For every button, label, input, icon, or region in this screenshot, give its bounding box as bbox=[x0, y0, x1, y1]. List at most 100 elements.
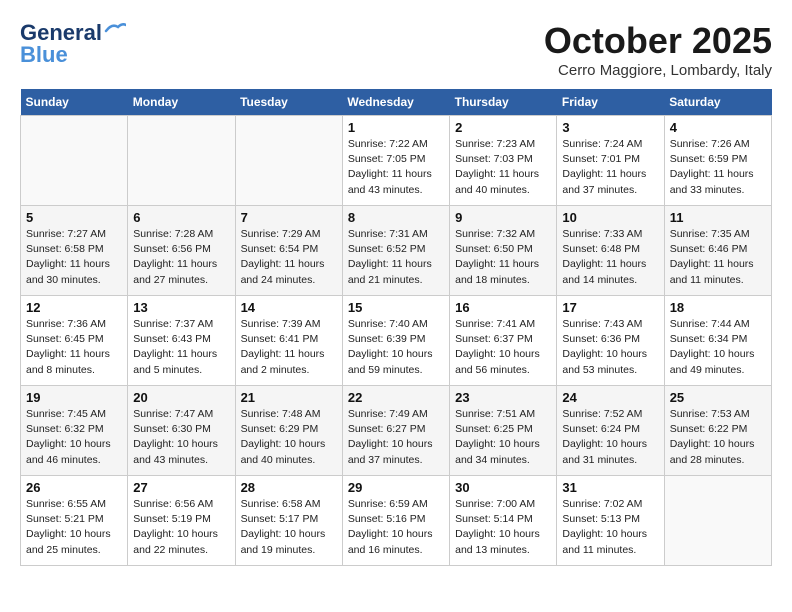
day-info: Sunrise: 7:28 AMSunset: 6:56 PMDaylight:… bbox=[133, 227, 229, 288]
calendar-cell: 20Sunrise: 7:47 AMSunset: 6:30 PMDayligh… bbox=[128, 386, 235, 476]
calendar-cell: 13 Sunrise: 7:37 AMSunset: 6:43 PMDayligh… bbox=[128, 296, 235, 386]
logo: General Blue bbox=[20, 20, 126, 68]
day-number: 2 bbox=[455, 120, 551, 135]
calendar-cell: 3 Sunrise: 7:24 AMSunset: 7:01 PMDaylight… bbox=[557, 116, 664, 206]
calendar-cell: 16Sunrise: 7:41 AMSunset: 6:37 PMDayligh… bbox=[450, 296, 557, 386]
day-info: Sunrise: 7:33 AMSunset: 6:48 PMDaylight:… bbox=[562, 227, 658, 288]
calendar-cell: 2 Sunrise: 7:23 AMSunset: 7:03 PMDaylight… bbox=[450, 116, 557, 206]
calendar-cell bbox=[235, 116, 342, 206]
calendar-cell: 24 Sunrise: 7:52 AMSunset: 6:24 PMDayligh… bbox=[557, 386, 664, 476]
day-info: Sunrise: 7:52 AMSunset: 6:24 PMDaylight:… bbox=[562, 407, 658, 468]
title-block: October 2025 Cerro Maggiore, Lombardy, I… bbox=[544, 20, 772, 79]
day-number: 24 bbox=[562, 390, 658, 405]
page-header: General Blue October 2025 Cerro Maggiore… bbox=[20, 20, 772, 79]
calendar-cell: 26Sunrise: 6:55 AMSunset: 5:21 PMDayligh… bbox=[21, 476, 128, 566]
calendar-cell: 14 Sunrise: 7:39 AMSunset: 6:41 PMDayligh… bbox=[235, 296, 342, 386]
location: Cerro Maggiore, Lombardy, Italy bbox=[544, 62, 772, 79]
day-number: 16 bbox=[455, 300, 551, 315]
day-number: 11 bbox=[670, 210, 766, 225]
day-info: Sunrise: 7:02 AMSunset: 5:13 PMDaylight:… bbox=[562, 497, 658, 558]
calendar-cell: 31 Sunrise: 7:02 AMSunset: 5:13 PMDayligh… bbox=[557, 476, 664, 566]
day-number: 29 bbox=[348, 480, 444, 495]
calendar-week-row: 26Sunrise: 6:55 AMSunset: 5:21 PMDayligh… bbox=[21, 476, 772, 566]
calendar-cell: 7 Sunrise: 7:29 AMSunset: 6:54 PMDaylight… bbox=[235, 206, 342, 296]
day-info: Sunrise: 7:23 AMSunset: 7:03 PMDaylight:… bbox=[455, 137, 551, 198]
day-number: 30 bbox=[455, 480, 551, 495]
calendar-body: 1Sunrise: 7:22 AMSunset: 7:05 PMDaylight… bbox=[21, 116, 772, 566]
day-info: Sunrise: 7:53 AMSunset: 6:22 PMDaylight:… bbox=[670, 407, 766, 468]
day-number: 13 bbox=[133, 300, 229, 315]
day-info: Sunrise: 6:59 AMSunset: 5:16 PMDaylight:… bbox=[348, 497, 444, 558]
day-number: 8 bbox=[348, 210, 444, 225]
day-info: Sunrise: 7:00 AMSunset: 5:14 PMDaylight:… bbox=[455, 497, 551, 558]
day-info: Sunrise: 7:22 AMSunset: 7:05 PMDaylight:… bbox=[348, 137, 444, 198]
day-number: 7 bbox=[241, 210, 337, 225]
weekday-header-sunday: Sunday bbox=[21, 89, 128, 116]
day-info: Sunrise: 7:35 AMSunset: 6:46 PMDaylight:… bbox=[670, 227, 766, 288]
day-number: 12 bbox=[26, 300, 122, 315]
day-info: Sunrise: 7:43 AMSunset: 6:36 PMDaylight:… bbox=[562, 317, 658, 378]
calendar-cell: 30 Sunrise: 7:00 AMSunset: 5:14 PMDayligh… bbox=[450, 476, 557, 566]
weekday-header-friday: Friday bbox=[557, 89, 664, 116]
day-info: Sunrise: 7:29 AMSunset: 6:54 PMDaylight:… bbox=[241, 227, 337, 288]
calendar-cell: 28 Sunrise: 6:58 AMSunset: 5:17 PMDayligh… bbox=[235, 476, 342, 566]
day-number: 25 bbox=[670, 390, 766, 405]
day-info: Sunrise: 7:47 AMSunset: 6:30 PMDaylight:… bbox=[133, 407, 229, 468]
day-number: 17 bbox=[562, 300, 658, 315]
weekday-header-tuesday: Tuesday bbox=[235, 89, 342, 116]
day-number: 4 bbox=[670, 120, 766, 135]
day-number: 22 bbox=[348, 390, 444, 405]
calendar-cell: 10Sunrise: 7:33 AMSunset: 6:48 PMDayligh… bbox=[557, 206, 664, 296]
day-number: 28 bbox=[241, 480, 337, 495]
calendar-cell: 8 Sunrise: 7:31 AMSunset: 6:52 PMDaylight… bbox=[342, 206, 449, 296]
day-number: 27 bbox=[133, 480, 229, 495]
calendar-cell: 4Sunrise: 7:26 AMSunset: 6:59 PMDaylight… bbox=[664, 116, 771, 206]
weekday-header-thursday: Thursday bbox=[450, 89, 557, 116]
day-info: Sunrise: 7:49 AMSunset: 6:27 PMDaylight:… bbox=[348, 407, 444, 468]
day-info: Sunrise: 7:27 AMSunset: 6:58 PMDaylight:… bbox=[26, 227, 122, 288]
day-info: Sunrise: 7:45 AMSunset: 6:32 PMDaylight:… bbox=[26, 407, 122, 468]
calendar-week-row: 19 Sunrise: 7:45 AMSunset: 6:32 PMDayligh… bbox=[21, 386, 772, 476]
calendar-cell: 21 Sunrise: 7:48 AMSunset: 6:29 PMDayligh… bbox=[235, 386, 342, 476]
calendar-cell: 27 Sunrise: 6:56 AMSunset: 5:19 PMDayligh… bbox=[128, 476, 235, 566]
calendar-cell: 5Sunrise: 7:27 AMSunset: 6:58 PMDaylight… bbox=[21, 206, 128, 296]
day-number: 21 bbox=[241, 390, 337, 405]
day-number: 14 bbox=[241, 300, 337, 315]
weekday-header-monday: Monday bbox=[128, 89, 235, 116]
calendar-cell bbox=[664, 476, 771, 566]
day-info: Sunrise: 7:31 AMSunset: 6:52 PMDaylight:… bbox=[348, 227, 444, 288]
calendar-week-row: 12 Sunrise: 7:36 AMSunset: 6:45 PMDayligh… bbox=[21, 296, 772, 386]
weekday-header-saturday: Saturday bbox=[664, 89, 771, 116]
day-info: Sunrise: 7:48 AMSunset: 6:29 PMDaylight:… bbox=[241, 407, 337, 468]
day-info: Sunrise: 7:24 AMSunset: 7:01 PMDaylight:… bbox=[562, 137, 658, 198]
day-info: Sunrise: 7:32 AMSunset: 6:50 PMDaylight:… bbox=[455, 227, 551, 288]
logo-blue: Blue bbox=[20, 42, 68, 68]
calendar-cell: 23Sunrise: 7:51 AMSunset: 6:25 PMDayligh… bbox=[450, 386, 557, 476]
calendar-cell: 29 Sunrise: 6:59 AMSunset: 5:16 PMDayligh… bbox=[342, 476, 449, 566]
calendar-week-row: 1Sunrise: 7:22 AMSunset: 7:05 PMDaylight… bbox=[21, 116, 772, 206]
weekday-header-wednesday: Wednesday bbox=[342, 89, 449, 116]
day-info: Sunrise: 7:39 AMSunset: 6:41 PMDaylight:… bbox=[241, 317, 337, 378]
calendar-cell bbox=[21, 116, 128, 206]
calendar-cell: 12 Sunrise: 7:36 AMSunset: 6:45 PMDayligh… bbox=[21, 296, 128, 386]
calendar-cell bbox=[128, 116, 235, 206]
day-info: Sunrise: 7:51 AMSunset: 6:25 PMDaylight:… bbox=[455, 407, 551, 468]
calendar-table: SundayMondayTuesdayWednesdayThursdayFrid… bbox=[20, 89, 772, 566]
day-info: Sunrise: 7:40 AMSunset: 6:39 PMDaylight:… bbox=[348, 317, 444, 378]
calendar-week-row: 5Sunrise: 7:27 AMSunset: 6:58 PMDaylight… bbox=[21, 206, 772, 296]
day-number: 19 bbox=[26, 390, 122, 405]
day-info: Sunrise: 6:56 AMSunset: 5:19 PMDaylight:… bbox=[133, 497, 229, 558]
day-info: Sunrise: 7:37 AMSunset: 6:43 PMDaylight:… bbox=[133, 317, 229, 378]
calendar-cell: 15Sunrise: 7:40 AMSunset: 6:39 PMDayligh… bbox=[342, 296, 449, 386]
month-title: October 2025 bbox=[544, 20, 772, 62]
day-info: Sunrise: 7:36 AMSunset: 6:45 PMDaylight:… bbox=[26, 317, 122, 378]
weekday-header-row: SundayMondayTuesdayWednesdayThursdayFrid… bbox=[21, 89, 772, 116]
calendar-cell: 18Sunrise: 7:44 AMSunset: 6:34 PMDayligh… bbox=[664, 296, 771, 386]
day-info: Sunrise: 6:55 AMSunset: 5:21 PMDaylight:… bbox=[26, 497, 122, 558]
calendar-cell: 17 Sunrise: 7:43 AMSunset: 6:36 PMDayligh… bbox=[557, 296, 664, 386]
calendar-cell: 1Sunrise: 7:22 AMSunset: 7:05 PMDaylight… bbox=[342, 116, 449, 206]
day-number: 3 bbox=[562, 120, 658, 135]
day-number: 31 bbox=[562, 480, 658, 495]
day-number: 9 bbox=[455, 210, 551, 225]
day-info: Sunrise: 6:58 AMSunset: 5:17 PMDaylight:… bbox=[241, 497, 337, 558]
